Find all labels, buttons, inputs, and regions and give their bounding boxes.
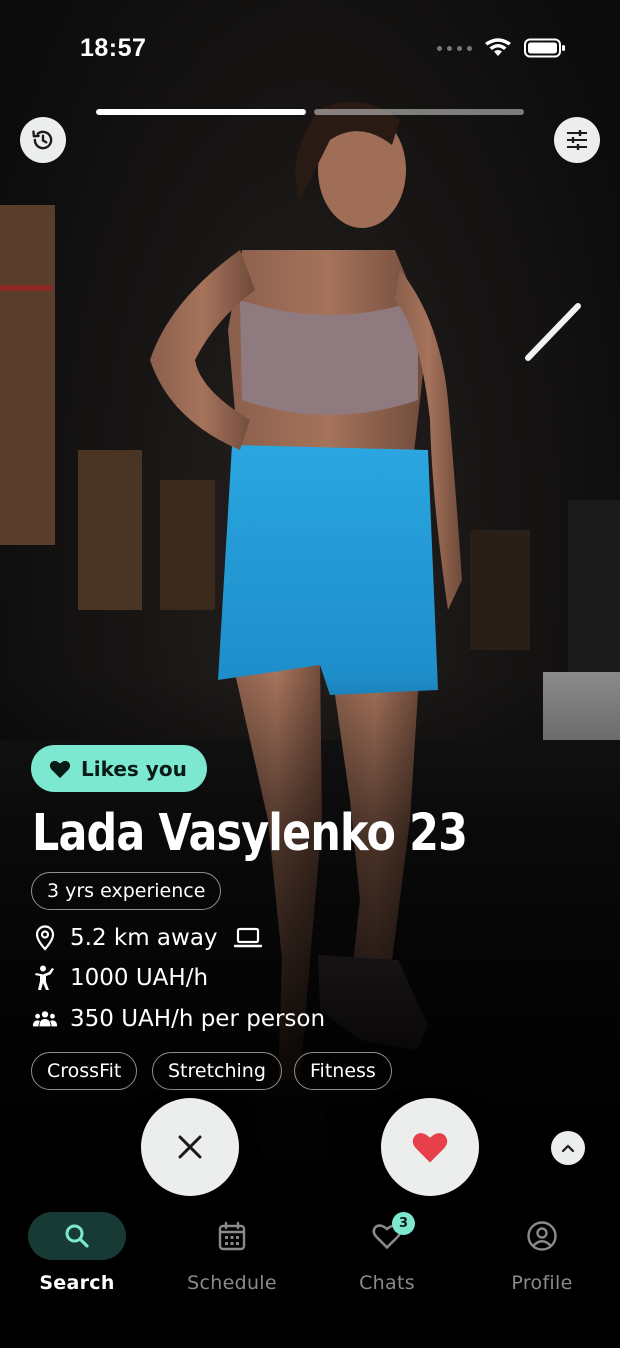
tab-schedule[interactable]: Schedule (172, 1212, 292, 1294)
tab-chats[interactable]: 3 Chats (327, 1212, 447, 1294)
distance-label: 5.2 km away (70, 925, 218, 951)
status-icons (437, 38, 566, 58)
filters-button[interactable] (554, 117, 600, 163)
laptop-icon (233, 927, 262, 948)
tag-label: Fitness (310, 1060, 376, 1082)
likes-you-badge: Likes you (31, 745, 207, 792)
close-icon (178, 1135, 202, 1159)
wifi-icon (485, 38, 511, 56)
price-group-label: 350 UAH/h per person (70, 1006, 326, 1032)
search-icon (65, 1224, 89, 1248)
experience-chip: 3 yrs experience (31, 872, 222, 910)
photo-progress-segment[interactable] (314, 109, 524, 115)
tag-label: CrossFit (47, 1060, 122, 1082)
dislike-button[interactable] (141, 1098, 239, 1196)
tab-profile[interactable]: Profile (482, 1212, 602, 1294)
tab-profile-label: Profile (511, 1272, 573, 1294)
tag-label: Stretching (168, 1060, 266, 1082)
heart-icon (412, 1133, 448, 1163)
battery-icon (524, 38, 565, 58)
profile-name-age: Lada Vasylenko 23 (32, 804, 468, 863)
photo-progress (96, 109, 524, 115)
filter-sliders-icon (567, 130, 587, 150)
screen: 18:57 Likes you Lada Vasylenko 23 3 yrs … (0, 0, 620, 1348)
price-individual-row: 1000 UAH/h (32, 965, 208, 991)
likes-you-label: Likes you (81, 756, 187, 781)
signal-icon (437, 45, 472, 51)
heart-icon (49, 760, 71, 778)
tab-chats-pill: 3 (338, 1212, 436, 1260)
like-button[interactable] (381, 1098, 479, 1196)
experience-label: 3 yrs experience (47, 880, 206, 902)
tab-schedule-pill (183, 1212, 281, 1260)
tab-bar: Search Schedule 3 Chats Profile (0, 1200, 620, 1348)
group-icon (32, 1011, 58, 1027)
bottom-gradient-overlay (0, 0, 620, 1348)
history-button[interactable] (20, 117, 66, 163)
price-group-row: 350 UAH/h per person (32, 1006, 325, 1032)
distance-row: 5.2 km away (32, 925, 262, 951)
tab-profile-pill (493, 1212, 591, 1260)
user-circle-icon (527, 1221, 557, 1251)
tab-search-label: Search (39, 1272, 115, 1294)
location-pin-icon (35, 925, 55, 951)
history-icon (32, 130, 53, 150)
tag-chip: Stretching (152, 1052, 282, 1090)
tab-schedule-label: Schedule (187, 1272, 277, 1294)
tag-chip: CrossFit (31, 1052, 138, 1090)
tab-chats-label: Chats (359, 1272, 415, 1294)
tab-search-pill (28, 1212, 126, 1260)
tag-chip: Fitness (294, 1052, 392, 1090)
calendar-icon (218, 1221, 246, 1251)
price-individual-label: 1000 UAH/h (70, 965, 209, 991)
status-time: 18:57 (80, 34, 147, 62)
expand-profile-button[interactable] (551, 1131, 585, 1165)
tab-search[interactable]: Search (17, 1212, 137, 1294)
chevron-up-icon (561, 1144, 575, 1153)
photo-progress-segment[interactable] (96, 109, 306, 115)
chats-unread-badge: 3 (392, 1212, 415, 1235)
person-training-icon (35, 965, 54, 990)
